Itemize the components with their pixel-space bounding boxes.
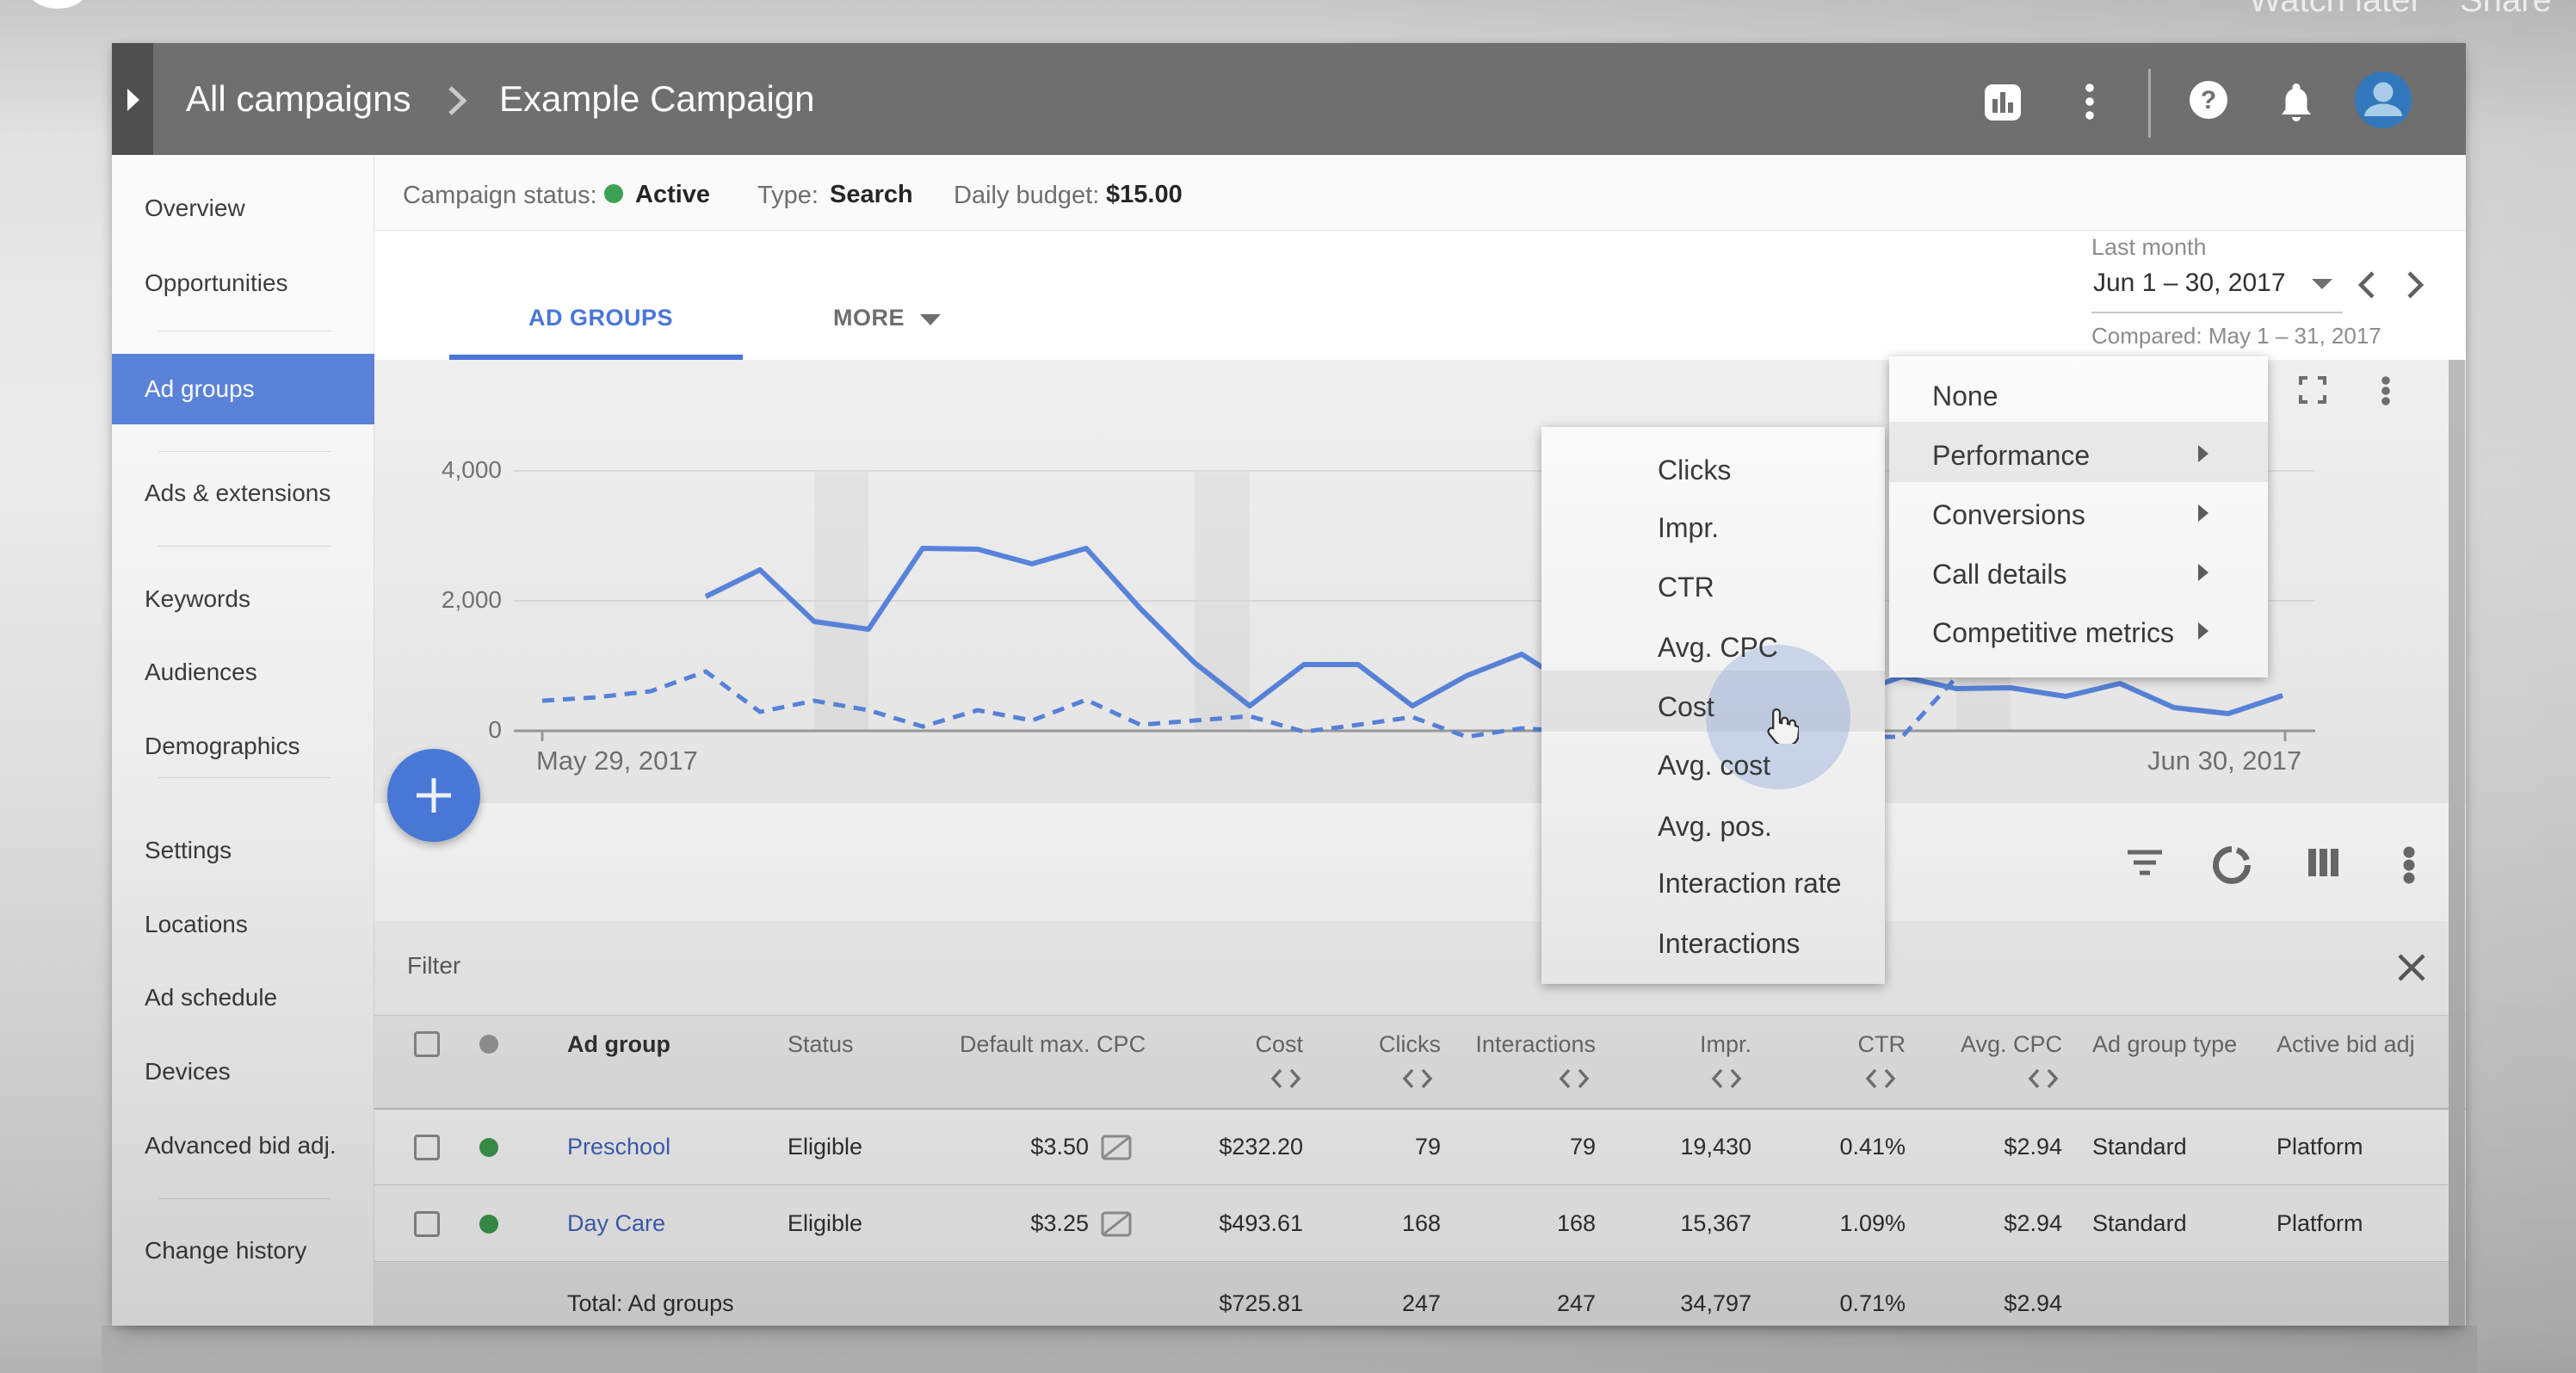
svg-text:?: ?	[2201, 86, 2216, 114]
